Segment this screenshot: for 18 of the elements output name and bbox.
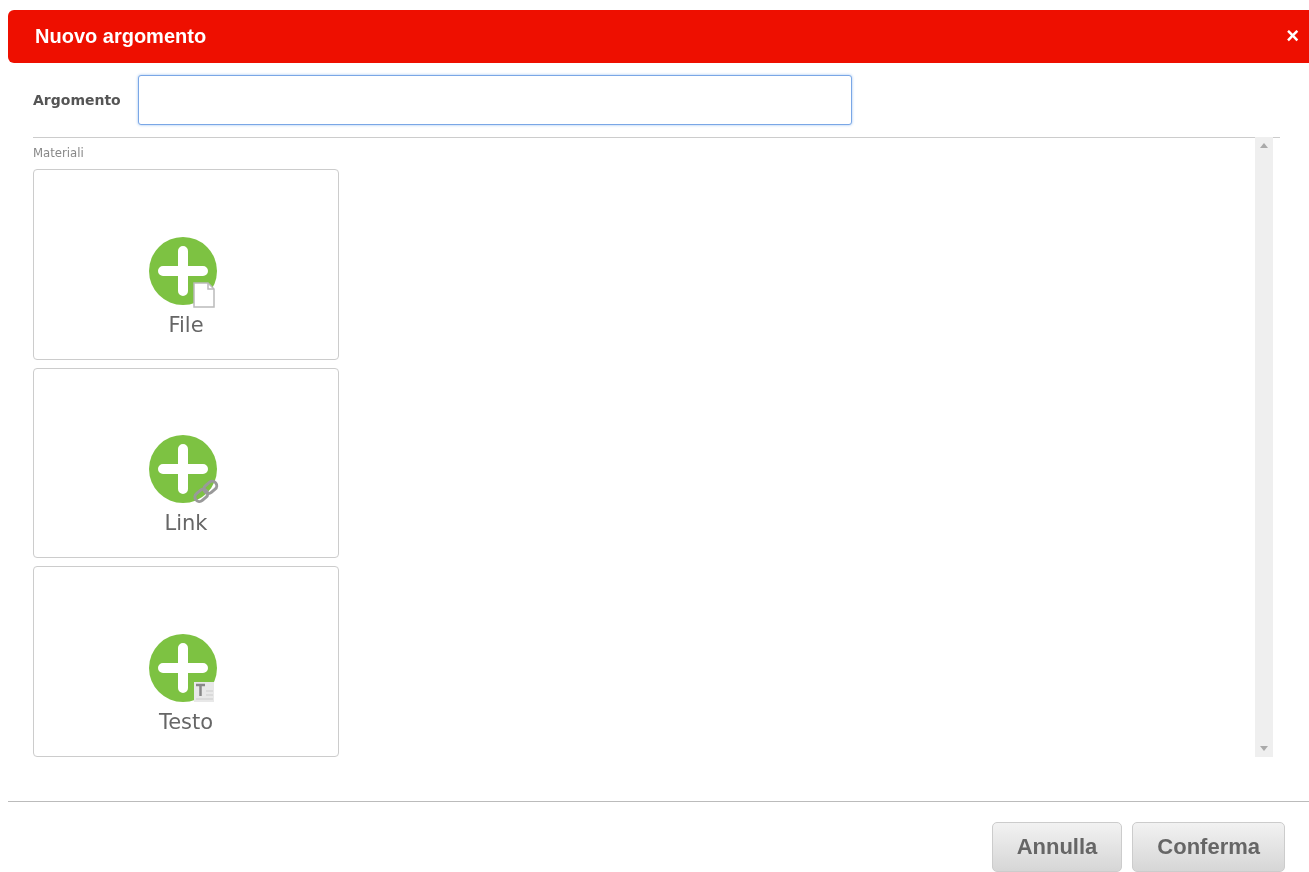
cancel-button[interactable]: Annulla — [991, 822, 1123, 872]
add-material-card[interactable]: Testo — [33, 566, 339, 757]
field-label: Argomento — [33, 92, 121, 108]
dialog-title: Nuovo argomento — [35, 24, 207, 48]
chain-link-icon — [191, 478, 221, 506]
confirm-button[interactable]: Conferma — [1132, 822, 1285, 872]
add-material-card[interactable]: Link — [33, 367, 339, 559]
add-plus-icon — [149, 634, 217, 702]
section-label: Materiali — [33, 145, 85, 160]
scrollbar[interactable] — [1255, 137, 1273, 757]
scroll-up-icon — [1260, 143, 1268, 148]
add-material-card[interactable]: File — [33, 169, 339, 360]
topic-input-field[interactable] — [137, 75, 852, 125]
text-document-icon — [194, 682, 214, 702]
document-icon — [193, 281, 215, 308]
close-button[interactable]: × — [1284, 23, 1301, 50]
scroll-down-icon — [1260, 746, 1268, 751]
add-plus-icon — [149, 435, 217, 504]
